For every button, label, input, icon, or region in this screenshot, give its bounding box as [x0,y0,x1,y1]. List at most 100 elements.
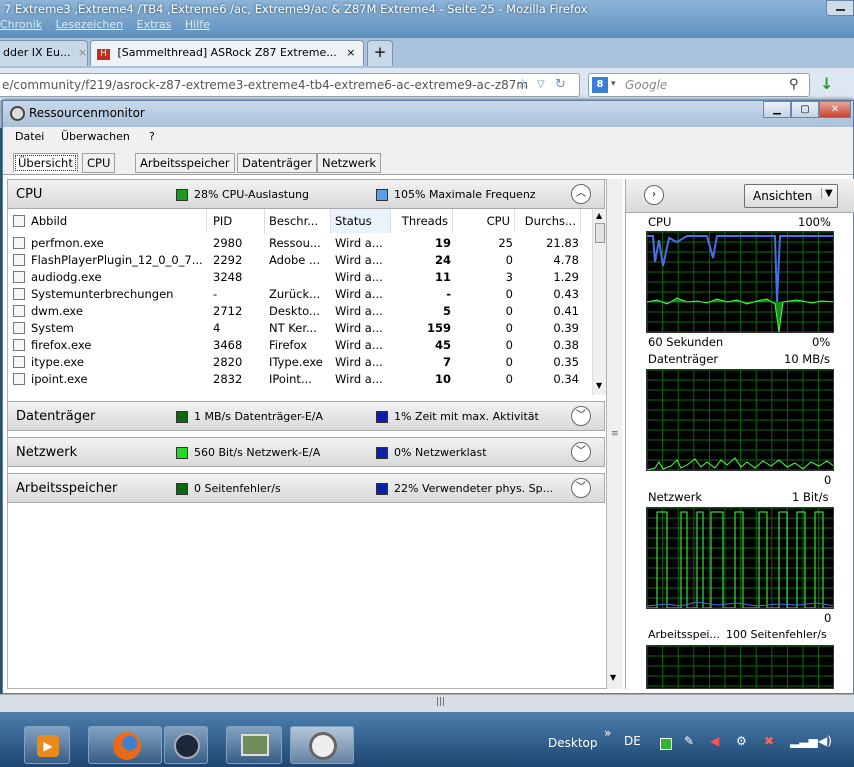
tab-netzwerk[interactable]: Netzwerk [317,153,382,173]
pane-splitter[interactable]: ≡ ▼ [607,179,623,689]
column-header-durchschnitt[interactable]: Durchs... [519,209,581,233]
row-checkbox[interactable] [13,373,25,385]
column-header-status[interactable]: Status [331,209,391,233]
taskbar-firefox-button[interactable] [88,726,162,764]
cpu-graph [646,231,834,333]
toolbar-overflow-icon[interactable]: » [604,726,611,740]
network-section-header[interactable]: Netzwerk 560 Bit/s Netzwerk-E/A 0% Netzw… [7,437,605,467]
table-row[interactable]: Systemunterbrechungen - Zurück... Wird a...… [7,286,593,303]
menu-ueberwachen[interactable]: Überwachen [61,130,130,143]
row-checkbox[interactable] [13,305,25,317]
tab-datentraeger[interactable]: Datenträger [237,153,318,173]
scroll-down-icon[interactable]: ▼ [596,381,602,390]
table-row[interactable]: perfmon.exe 2980 Ressou... Wird a... 19 25 21.… [7,235,593,252]
resmon-menubar: Datei Überwachen ? [3,127,853,147]
download-icon[interactable]: ↓ [820,74,833,93]
tab-uebersicht[interactable]: Übersicht [13,153,78,173]
resmon-close-button[interactable]: ✕ [819,101,851,118]
disk-activity-label: 1% Zeit mit max. Aktivität [394,410,539,423]
expand-right-chevron-icon[interactable]: › [644,185,664,205]
taskbar-network-app-button[interactable] [226,726,282,764]
scroll-down-icon[interactable]: ▼ [610,673,616,682]
minimize-button[interactable] [826,0,854,16]
row-checkbox[interactable] [13,271,25,283]
taskbar-resmon-button[interactable] [290,726,354,764]
taskbar-media-player-button[interactable]: ▶ [24,726,70,764]
expand-chevron-down-icon[interactable]: ﹀ [571,406,591,426]
search-engine-icon[interactable]: 8 [592,77,608,93]
network-signal-icon[interactable]: ▂▃▅ [790,734,818,748]
table-row[interactable]: firefox.exe 3468 Firefox Wird a... 45 0 0.38 [7,337,593,354]
new-tab-button[interactable]: + [367,40,393,66]
cell-cpu: 0 [505,321,513,335]
row-checkbox[interactable] [13,339,25,351]
url-bar[interactable]: e/community/f219/asrock-z87-extreme3-ext… [0,73,580,97]
resmon-maximize-button[interactable]: ▢ [791,101,819,118]
column-header-abbild[interactable]: Abbild [31,209,207,233]
tab-arbeitsspeicher[interactable]: Arbeitsspeicher [135,153,235,173]
column-header-desc[interactable]: Beschr... [269,209,331,233]
column-header-threads[interactable]: Threads [395,209,453,233]
row-checkbox[interactable] [13,322,25,334]
menu-extras[interactable]: Extras [137,18,172,31]
tray-device-icon[interactable]: ⚙ [736,734,747,748]
tray-tools-icon[interactable]: ✎ [684,734,694,748]
reload-icon[interactable]: ↻ [555,77,566,92]
search-box[interactable]: 8 ▾ Google ⚲ [588,73,810,97]
firefox-window-title: 7 Extreme3 ,Extreme4 /TB4 ,Extreme6 /ac,… [4,2,588,16]
expand-chevron-down-icon[interactable]: ﹀ [571,478,591,498]
engine-dropdown-icon[interactable]: ▾ [611,79,616,89]
taskbar-steam-button[interactable] [164,726,208,764]
tab-2[interactable]: H [Sammelthread] ASRock Z87 Extreme... × [90,40,364,66]
row-checkbox[interactable] [13,254,25,266]
network-graph [646,507,834,609]
table-row[interactable]: audiodg.exe 3248 Wird a... 11 3 1.29 [7,269,593,286]
memory-graph [646,645,834,689]
collapse-chevron-up-icon[interactable]: ︿ [571,184,591,204]
dropdown-arrow-icon[interactable]: ▽ [537,79,545,90]
cell-status: Wird a... [335,321,383,335]
table-row[interactable]: itype.exe 2820 IType.exe Wird a... 7 0 0.35 [7,354,593,371]
process-table-scrollbar[interactable]: ▲ ▼ [592,209,606,395]
menu-lesezeichen[interactable]: Lesezeichen [56,18,124,31]
cpu-section-header[interactable]: CPU 28% CPU-Auslastung 105% Maximale Fre… [7,179,605,209]
disk-graph-label: Datenträger [648,352,719,366]
table-row[interactable]: System 4 NT Ker... Wird a... 159 0 0.39 [7,320,593,337]
tab-2-close-icon[interactable]: × [346,46,355,59]
scroll-up-icon[interactable]: ▲ [596,211,602,220]
menu-chronik[interactable]: Chronik [0,18,42,31]
table-row[interactable]: dwm.exe 2712 Deskto... Wird a... 5 0 0.41 [7,303,593,320]
memory-section-header[interactable]: Arbeitsspeicher 0 Seitenfehler/s 22% Ver… [7,473,605,503]
bookmark-star-icon[interactable]: ☆ [517,77,529,92]
disk-section-header[interactable]: Datenträger 1 MB/s Datenträger-E/A 1% Ze… [7,401,605,431]
tab-1-close-icon[interactable]: × [78,46,87,59]
tab-cpu[interactable]: CPU [82,153,116,173]
tray-warning-icon[interactable]: ✖ [764,734,774,748]
tab-1[interactable]: dder IX Eu... × [0,40,88,66]
language-indicator[interactable]: DE [624,734,641,748]
column-header-cpu[interactable]: CPU [457,209,515,233]
resmon-minimize-button[interactable]: ▁ [763,101,791,118]
expand-chevron-down-icon[interactable]: ﹀ [571,442,591,462]
menu-hilfe[interactable]: Hilfe [185,18,210,31]
column-header-pid[interactable]: PID [213,209,265,233]
browser-horizontal-scrollbar[interactable]: ||| [0,694,854,712]
views-button[interactable]: Ansichten ▼ [744,184,838,208]
menu-datei[interactable]: Datei [15,130,44,143]
desktop-toolbar-label[interactable]: Desktop [548,736,598,750]
row-checkbox[interactable] [13,288,25,300]
net-load-swatch [376,447,388,459]
tray-speaker-icon[interactable]: ◀ [710,734,719,748]
cell-image: dwm.exe [31,304,83,318]
menu-help[interactable]: ? [149,130,155,143]
select-all-checkbox[interactable] [13,215,25,227]
scrollbar-thumb[interactable] [595,223,605,243]
table-row[interactable]: FlashPlayerPlugin_12_0_0_7... 2292 Adobe .… [7,252,593,269]
row-checkbox[interactable] [13,356,25,368]
volume-icon[interactable]: ◀) [818,734,832,748]
cpu-section-title: CPU [16,187,43,202]
row-checkbox[interactable] [13,237,25,249]
search-icon[interactable]: ⚲ [789,77,799,92]
table-row[interactable]: ipoint.exe 2832 IPoint... Wird a... 10 0 0.34 [7,371,593,388]
tray-green-icon[interactable] [660,738,672,750]
